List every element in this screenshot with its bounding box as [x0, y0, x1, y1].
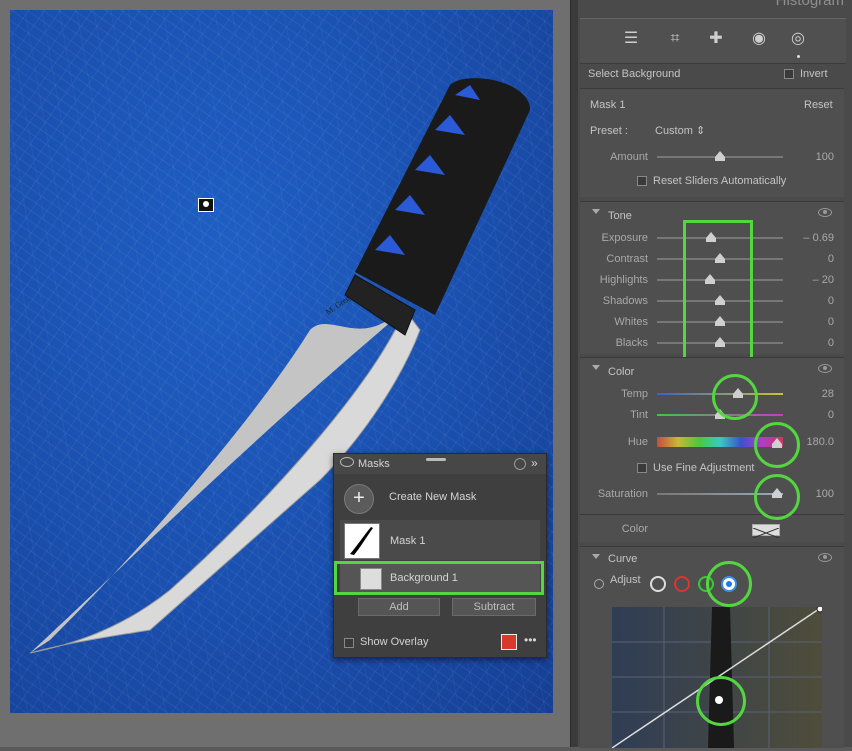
- masks-header[interactable]: Masks »: [334, 454, 546, 474]
- amount-label: Amount: [610, 151, 648, 163]
- hue-slider-row[interactable]: Hue 180.0: [580, 432, 844, 452]
- amount-thumb[interactable]: [715, 151, 725, 161]
- image-canvas[interactable]: M. Gregory Masks » + Create New Mask Mas…: [0, 0, 570, 747]
- masks-title: Masks: [358, 458, 390, 470]
- amount-slider-row[interactable]: Amount 100: [580, 147, 844, 167]
- color-swatch-icon[interactable]: [752, 524, 780, 539]
- mask-title: Mask 1: [590, 99, 626, 111]
- highlight-component-box: [334, 561, 544, 595]
- mask-name: Mask 1: [390, 535, 426, 547]
- invert-checkbox[interactable]: [784, 69, 794, 79]
- tint-slider-row[interactable]: Tint 0: [580, 405, 844, 425]
- exposure-value[interactable]: – 0.69: [794, 228, 834, 248]
- overlay-color-swatch[interactable]: [501, 634, 517, 650]
- highlight-saturation-circle: [754, 474, 800, 520]
- whites-value[interactable]: 0: [794, 312, 834, 332]
- fine-adjustment-checkbox[interactable]: [637, 463, 647, 473]
- tool-strip: ☰ ⌗ ✚ ◉ ◎: [580, 18, 846, 64]
- reset-sliders-label: Reset Sliders Automatically: [653, 175, 787, 187]
- hue-value[interactable]: 180.0: [794, 432, 834, 452]
- temp-value[interactable]: 28: [794, 384, 834, 404]
- tone-title: Tone: [608, 210, 632, 222]
- reset-button[interactable]: Reset: [804, 95, 833, 115]
- contrast-value[interactable]: 0: [794, 249, 834, 269]
- show-overlay-checkbox[interactable]: [344, 638, 354, 648]
- eye-icon[interactable]: [340, 457, 354, 467]
- highlight-tone-box: [683, 220, 753, 364]
- reset-sliders-checkbox[interactable]: [637, 176, 647, 186]
- invert-label: Invert: [800, 68, 828, 80]
- contrast-label: Contrast: [606, 253, 648, 265]
- highlight-hue-circle: [754, 422, 800, 468]
- add-mask-icon[interactable]: +: [344, 484, 374, 514]
- rgb-channel-icon[interactable]: [650, 576, 666, 592]
- color-swatch-row[interactable]: Color: [580, 519, 844, 539]
- engraving-text: M. Gregory: [324, 288, 360, 317]
- crop-icon[interactable]: ⌗: [664, 29, 686, 49]
- saturation-slider-row[interactable]: Saturation 100: [580, 484, 844, 504]
- hue-label: Hue: [627, 436, 648, 448]
- tint-label: Tint: [630, 409, 648, 421]
- adjust-label: Adjust: [610, 574, 641, 586]
- collapse-icon[interactable]: »: [531, 456, 538, 470]
- help-icon[interactable]: [514, 458, 526, 470]
- fine-adjustment-label: Use Fine Adjustment: [653, 462, 755, 474]
- subtract-button[interactable]: Subtract: [452, 598, 536, 616]
- color-eye-icon[interactable]: [818, 364, 832, 373]
- shadows-value[interactable]: 0: [794, 291, 834, 311]
- add-button[interactable]: Add: [358, 598, 440, 616]
- blacks-value[interactable]: 0: [794, 333, 834, 353]
- create-new-mask-button[interactable]: Create New Mask: [389, 491, 476, 503]
- curve-eye-icon[interactable]: [818, 553, 832, 562]
- whites-label: Whites: [614, 316, 648, 328]
- active-tool-indicator: [797, 55, 800, 58]
- color-label: Color: [621, 523, 648, 535]
- divider: [580, 514, 844, 515]
- mask-component-label: Select Background: [588, 68, 681, 80]
- collapse-curve-icon[interactable]: [592, 554, 600, 559]
- highlight-temp-circle: [712, 374, 758, 420]
- target-adjust-icon[interactable]: [594, 579, 604, 589]
- highlight-curve-point-circle: [696, 676, 746, 726]
- histogram-title: Histogram: [775, 0, 844, 9]
- saturation-value[interactable]: 100: [794, 484, 834, 504]
- develop-panel: Histogram ☰ ⌗ ✚ ◉ ◎ Select Background In…: [578, 0, 852, 749]
- blacks-label: Blacks: [615, 337, 648, 349]
- collapse-tone-icon[interactable]: [592, 209, 600, 214]
- curve-title: Curve: [608, 553, 638, 565]
- mask-thumbnail: [344, 523, 380, 559]
- collapse-color-icon[interactable]: [592, 365, 600, 370]
- more-icon[interactable]: •••: [524, 633, 537, 647]
- amount-value[interactable]: 100: [794, 147, 834, 167]
- redeye-icon[interactable]: ◉: [748, 29, 770, 49]
- highlights-value[interactable]: – 20: [794, 270, 834, 290]
- masks-panel: Masks » + Create New Mask Mask 1 Backgro…: [333, 453, 547, 658]
- mask-section: Mask 1 Reset Preset : Custom ⇕ Amount 10…: [580, 88, 844, 197]
- exposure-label: Exposure: [601, 232, 648, 244]
- preset-label: Preset :: [590, 125, 628, 137]
- mask-row[interactable]: Mask 1: [340, 520, 540, 560]
- color-section: Color Temp 28 Tint 0 Hue 180.0 Use Fine …: [580, 357, 844, 542]
- tone-eye-icon[interactable]: [818, 208, 832, 217]
- red-channel-icon[interactable]: [674, 576, 690, 592]
- show-overlay-label: Show Overlay: [360, 636, 429, 648]
- shadows-label: Shadows: [602, 295, 648, 307]
- preset-dropdown[interactable]: Custom ⇕: [655, 121, 705, 141]
- sliders-icon[interactable]: ☰: [620, 29, 642, 49]
- saturation-label: Saturation: [597, 488, 648, 500]
- tint-value[interactable]: 0: [794, 405, 834, 425]
- highlights-label: Highlights: [599, 274, 648, 286]
- heal-icon[interactable]: ✚: [705, 29, 727, 49]
- drag-handle[interactable]: [426, 458, 446, 461]
- temp-label: Temp: [621, 388, 648, 400]
- color-title: Color: [608, 366, 635, 378]
- mask-pin-icon[interactable]: [198, 198, 214, 212]
- mask-icon[interactable]: ◎: [787, 29, 809, 49]
- highlight-blue-channel-circle: [706, 561, 752, 607]
